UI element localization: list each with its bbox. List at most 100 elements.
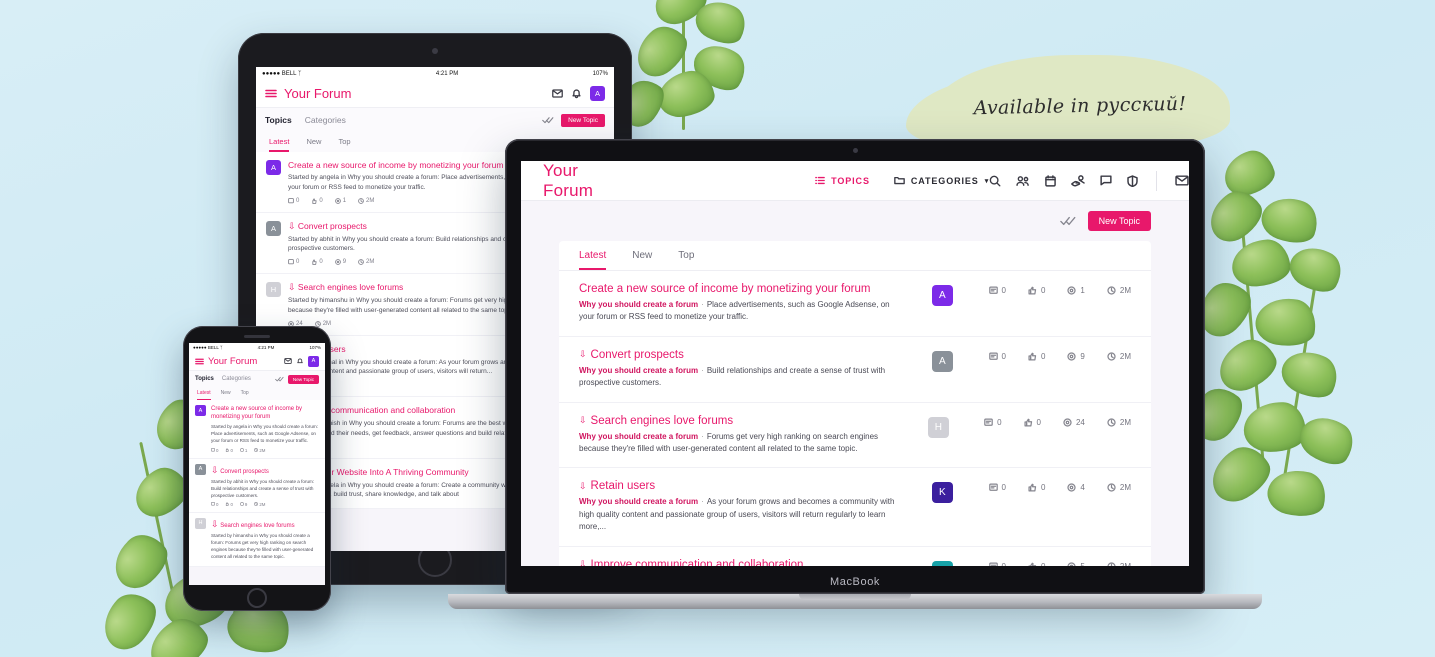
- avatar[interactable]: A: [195, 463, 206, 475]
- donate-icon[interactable]: [1071, 174, 1085, 187]
- nav-label: TOPICS: [831, 175, 870, 186]
- search-icon[interactable]: [989, 175, 1001, 187]
- tab-latest[interactable]: Latest: [269, 137, 290, 152]
- list-item[interactable]: H ⇩ Search engines love forums Started b…: [189, 512, 325, 567]
- members-icon[interactable]: [1016, 175, 1030, 187]
- site-logo[interactable]: Your Forum: [208, 356, 257, 367]
- avatar-initial: A: [270, 223, 276, 233]
- list-item[interactable]: A Create a new source of income by monet…: [189, 400, 325, 459]
- mobile-nav-item-topics[interactable]: Topics: [195, 376, 214, 382]
- topic-category[interactable]: Why you should create a forum: [579, 432, 698, 441]
- phone-mobile-nav: Topics Categories New Topic: [189, 371, 325, 387]
- mobile-nav-item-categories[interactable]: Categories: [305, 115, 346, 125]
- table-row[interactable]: Create a new source of income by monetiz…: [559, 271, 1151, 337]
- topic-list: Create a new source of income by monetiz…: [559, 271, 1151, 566]
- tab-top[interactable]: Top: [678, 250, 694, 270]
- topic-stats: 0 0 4 2M: [988, 480, 1131, 492]
- phone-tabs: Latest New Top: [189, 387, 325, 400]
- site-logo[interactable]: Your Forum: [543, 161, 593, 201]
- topic-stats: 0 0 1 2M: [988, 283, 1131, 295]
- avatar[interactable]: A: [931, 285, 953, 306]
- table-row[interactable]: ⇩ Convert prospects Why you should creat…: [559, 337, 1151, 403]
- stat-replies: 0: [211, 502, 218, 507]
- tab-top[interactable]: Top: [338, 137, 350, 152]
- laptop-notch: [799, 594, 911, 600]
- topic-title[interactable]: Create a new source of income by monetiz…: [211, 405, 319, 421]
- double-check-icon[interactable]: [1059, 216, 1076, 226]
- main-nav: TOPICS CATEGORIES ▾: [815, 176, 989, 186]
- avatar[interactable]: H: [195, 517, 206, 529]
- calendar-icon[interactable]: [1045, 174, 1056, 187]
- avatar[interactable]: H: [266, 282, 281, 297]
- envelope-icon[interactable]: [1175, 175, 1189, 186]
- topic-title[interactable]: ⇩ Search engines love forums: [579, 415, 893, 427]
- site-logo[interactable]: Your Forum: [284, 86, 351, 101]
- topic-main: ⇩ Retain users Why you should create a f…: [579, 480, 896, 533]
- avatar[interactable]: A: [308, 355, 319, 367]
- nav-item-topics[interactable]: TOPICS: [815, 176, 870, 186]
- topic-stats: 0 0 5 2M: [988, 559, 1131, 566]
- topic-title[interactable]: ⇩ Convert prospects: [579, 349, 896, 361]
- stat-age: 2M: [1107, 286, 1131, 295]
- stat-replies: 0: [988, 352, 1006, 361]
- bell-icon[interactable]: [572, 88, 581, 99]
- topic-title[interactable]: ⇩ Search engines love forums: [211, 518, 319, 530]
- badge-icon[interactable]: [1127, 174, 1138, 187]
- tab-new[interactable]: New: [632, 250, 652, 270]
- phone-speaker: [244, 335, 270, 338]
- pin-icon: ⇩: [211, 518, 219, 529]
- topic-main: Create a new source of income by monetiz…: [579, 283, 896, 324]
- mobile-nav-item-topics[interactable]: Topics: [265, 115, 292, 125]
- tab-latest[interactable]: Latest: [197, 390, 211, 400]
- phone-home-button[interactable]: [247, 588, 267, 608]
- topic-excerpt: Why you should create a forum · Place adve…: [579, 299, 896, 324]
- new-topic-button[interactable]: New Topic: [561, 113, 605, 127]
- avatar[interactable]: A: [266, 220, 281, 236]
- topic-title[interactable]: ⇩ Convert prospects: [211, 464, 319, 476]
- topic-author-avatar: M: [896, 559, 988, 566]
- avatar[interactable]: A: [195, 405, 206, 416]
- topic-author-avatar: H: [893, 415, 984, 438]
- status-time: 4:21 PM: [435, 70, 459, 77]
- hamburger-icon[interactable]: [265, 89, 277, 98]
- tab-latest[interactable]: Latest: [579, 250, 607, 270]
- avatar[interactable]: A: [931, 350, 953, 372]
- table-row[interactable]: ⇩ Retain users Why you should create a f…: [559, 468, 1151, 547]
- topic-title[interactable]: ⇩ Improve communication and collaboratio…: [579, 559, 896, 566]
- envelope-icon[interactable]: [284, 358, 292, 364]
- topic-title[interactable]: ⇩ Retain users: [579, 480, 896, 492]
- topic-title[interactable]: Create a new source of income by monetiz…: [579, 283, 896, 295]
- avatar[interactable]: H: [927, 416, 949, 438]
- new-topic-button[interactable]: New Topic: [287, 374, 319, 384]
- separator-dot: ·: [701, 365, 704, 375]
- avatar[interactable]: A: [266, 160, 281, 175]
- chat-icon[interactable]: [1100, 175, 1112, 186]
- topic-category[interactable]: Why you should create a forum: [579, 497, 698, 506]
- double-check-icon[interactable]: [542, 116, 554, 124]
- stat-age: 2M: [1107, 562, 1131, 566]
- topic-category[interactable]: Why you should create a forum: [579, 366, 698, 375]
- hamburger-icon[interactable]: [195, 358, 204, 365]
- topic-tabs: Latest New Top: [559, 241, 1151, 271]
- new-topic-button[interactable]: New Topic: [1087, 211, 1151, 231]
- mobile-nav-item-categories[interactable]: Categories: [222, 376, 251, 382]
- topic-category[interactable]: Why you should create a forum: [579, 300, 698, 309]
- envelope-icon[interactable]: [552, 89, 563, 98]
- list-item[interactable]: A ⇩ Convert prospects Started by abhit i…: [189, 458, 325, 513]
- tab-new[interactable]: New: [306, 137, 321, 152]
- table-row[interactable]: ⇩ Search engines love forums Why you sho…: [559, 403, 1151, 469]
- tab-new[interactable]: New: [221, 390, 231, 400]
- tab-top[interactable]: Top: [241, 390, 249, 400]
- avatar[interactable]: A: [590, 86, 605, 101]
- stat-views: 5: [1067, 562, 1085, 566]
- avatar[interactable]: K: [931, 482, 953, 504]
- stat-likes: 0: [225, 502, 233, 507]
- double-check-icon[interactable]: [275, 376, 284, 382]
- avatar[interactable]: M: [931, 560, 953, 566]
- table-row[interactable]: ⇩ Improve communication and collaboratio…: [559, 547, 1151, 566]
- list-actions: New Topic: [559, 201, 1151, 241]
- nav-item-categories[interactable]: CATEGORIES ▾: [894, 176, 989, 186]
- status-battery: 107%: [309, 345, 321, 350]
- bell-icon[interactable]: [297, 357, 303, 365]
- tablet-mobile-nav: Topics Categories New Topic: [256, 108, 614, 132]
